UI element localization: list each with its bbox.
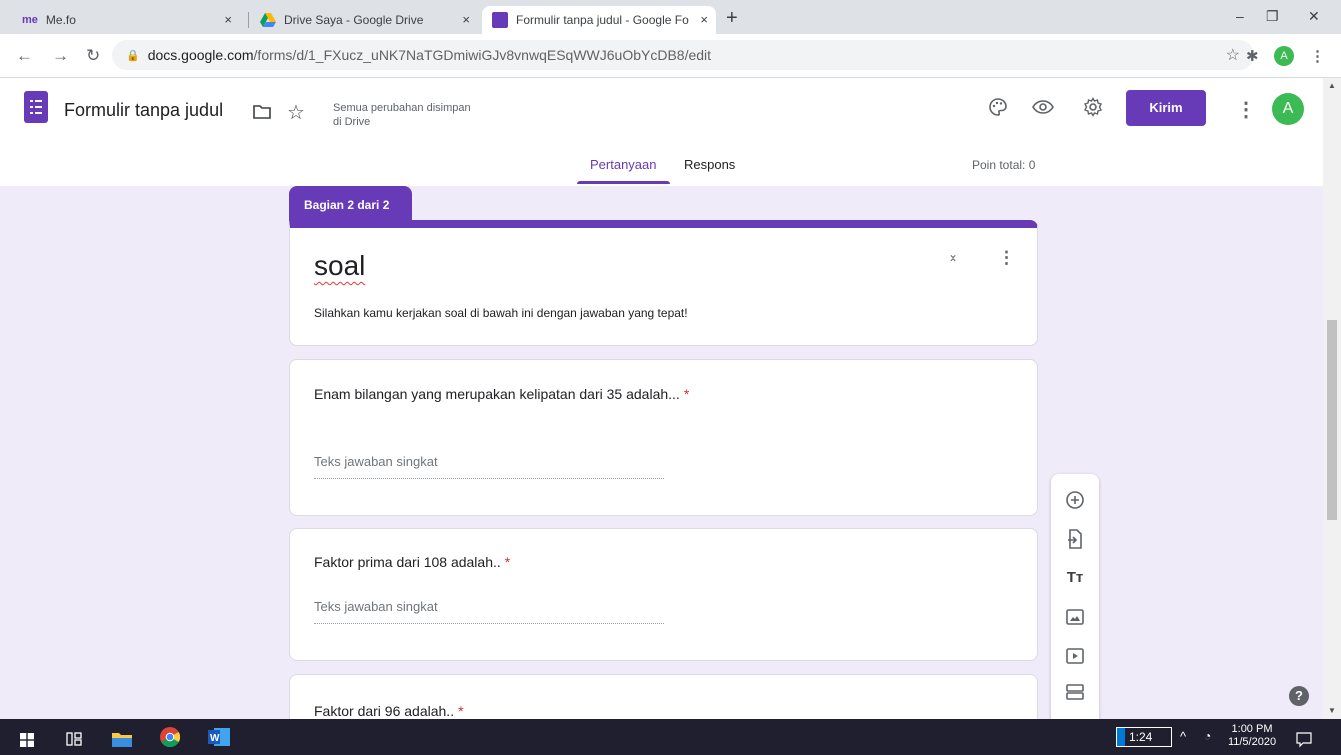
short-answer-placeholder: Teks jawaban singkat [314,599,664,624]
browser-tab-mefo[interactable]: me Me.fo × [12,6,240,34]
task-view-icon[interactable] [66,729,82,749]
input-indicator[interactable]: 1:24 [1116,727,1172,747]
forward-arrow-icon[interactable]: → [52,46,69,66]
tab-close-icon[interactable]: × [224,12,232,27]
question-title[interactable]: Faktor prima dari 108 adalah.. * [314,554,510,570]
scrollbar-thumb[interactable] [1327,320,1337,520]
file-explorer-icon[interactable] [112,729,132,749]
browser-profile-avatar[interactable]: A [1274,46,1294,66]
tab-respons[interactable]: Respons [684,157,735,172]
wifi-icon[interactable]: ◔ [1204,730,1211,743]
section-title[interactable]: soal [314,250,365,282]
lock-icon: 🔒 [126,49,140,62]
tab-title: Me.fo [45,13,76,27]
tab-title: Formulir tanpa judul - Google Fo [516,13,689,27]
url-bar[interactable]: 🔒 docs.google.com/forms/d/1_FXucz_uNK7Na… [112,40,1254,70]
preview-eye-icon[interactable] [1032,100,1054,114]
mefo-favicon-icon: me [22,14,38,26]
section-header-card[interactable]: soal Silahkan kamu kerjakan soal di bawa… [289,220,1038,346]
google-forms-favicon-icon [492,12,508,28]
add-section-icon[interactable] [1063,680,1087,704]
new-tab-button[interactable]: + [726,8,738,28]
reload-icon[interactable]: ↻ [86,46,100,66]
section-description[interactable]: Silahkan kamu kerjakan soal di bawah ini… [314,306,688,320]
more-vert-icon[interactable]: ⋮ [1236,97,1256,122]
windows-taskbar: W 1:24 ^ ◔ 1:00 PM 11/5/2020 [0,719,1341,755]
question-card[interactable]: Faktor dari 96 adalah.. * [289,674,1038,719]
tray-chevron-icon[interactable]: ^ [1180,730,1186,743]
settings-gear-icon[interactable] [1083,97,1103,117]
send-button[interactable]: Kirim [1126,90,1206,126]
question-card[interactable]: Faktor prima dari 108 adalah.. * Teks jaw… [289,528,1038,661]
form-editor-canvas: Bagian 2 dari 2 soal Silahkan kamu kerja… [0,186,1323,719]
add-image-icon[interactable] [1063,605,1087,629]
folder-icon[interactable] [253,105,271,119]
collapse-section-icon[interactable]: ⌄ ⌃ [948,248,958,269]
tab-title: Drive Saya - Google Drive [284,13,424,27]
short-answer-placeholder: Teks jawaban singkat [314,454,664,479]
browser-tab-strip: me Me.fo × Drive Saya - Google Drive × F… [0,0,1341,34]
back-arrow-icon[interactable]: ← [16,46,33,66]
section-tag: Bagian 2 dari 2 [289,186,412,221]
tab-pertanyaan[interactable]: Pertanyaan [590,157,657,172]
scroll-up-icon[interactable]: ▲ [1328,81,1336,90]
tab-divider [248,12,249,28]
tab-close-icon[interactable]: × [700,12,708,27]
svg-text:W: W [210,733,220,744]
chrome-icon[interactable] [160,727,180,747]
section-more-icon[interactable]: ⋮ [998,248,1015,268]
close-window-button[interactable]: ✕ [1308,8,1320,25]
import-questions-icon[interactable] [1063,527,1087,551]
required-asterisk: * [458,703,464,719]
clock[interactable]: 1:00 PM 11/5/2020 [1224,723,1280,749]
restore-button[interactable]: ❐ [1266,8,1279,25]
palette-icon[interactable] [988,97,1008,117]
question-card[interactable]: Enam bilangan yang merupakan kelipatan d… [289,359,1038,516]
total-points: Poin total: 0 [972,158,1036,172]
browser-tab-drive[interactable]: Drive Saya - Google Drive × [250,6,478,34]
add-video-icon[interactable] [1063,644,1087,668]
forms-header: Formulir tanpa judul ☆ Semua perubahan d… [0,78,1323,186]
url-domain: docs.google.com [147,47,254,63]
floating-toolbar: Tт [1051,474,1099,719]
star-icon[interactable]: ☆ [287,100,305,125]
word-icon[interactable]: W [208,727,230,747]
question-title[interactable]: Faktor dari 96 adalah.. * [314,703,464,719]
required-asterisk: * [504,554,511,570]
help-icon[interactable]: ? [1289,686,1309,706]
browser-tab-forms[interactable]: Formulir tanpa judul - Google Fo × [482,6,716,34]
notification-icon[interactable] [1296,729,1312,749]
minimize-button[interactable]: – [1236,8,1244,24]
bookmark-star-icon[interactable]: ☆ [1226,45,1240,65]
extensions-puzzle-icon[interactable]: ✱ [1246,47,1259,65]
question-title[interactable]: Enam bilangan yang merupakan kelipatan d… [314,386,689,402]
required-asterisk: * [683,386,690,402]
active-tab-indicator [577,181,670,184]
address-bar-row: ← → ↻ 🔒 docs.google.com/forms/d/1_FXucz_… [0,34,1341,78]
google-forms-logo-icon[interactable] [24,91,48,123]
save-status: Semua perubahan disimpan di Drive [333,102,471,128]
account-avatar[interactable]: A [1272,93,1304,125]
scroll-down-icon[interactable]: ▼ [1328,706,1336,715]
form-title[interactable]: Formulir tanpa judul [64,100,223,121]
windows-start-icon[interactable] [20,730,34,750]
add-title-icon[interactable]: Tт [1063,566,1087,590]
tab-close-icon[interactable]: × [462,12,470,27]
google-drive-icon [260,13,276,27]
url-path: /forms/d/1_FXucz_uNK7NaTGDmiwiGJv8vnwqES… [253,47,712,63]
page-scrollbar[interactable]: ▲ ▼ [1323,78,1341,719]
add-question-icon[interactable] [1063,488,1087,512]
browser-menu-icon[interactable]: ⋮ [1310,47,1325,65]
